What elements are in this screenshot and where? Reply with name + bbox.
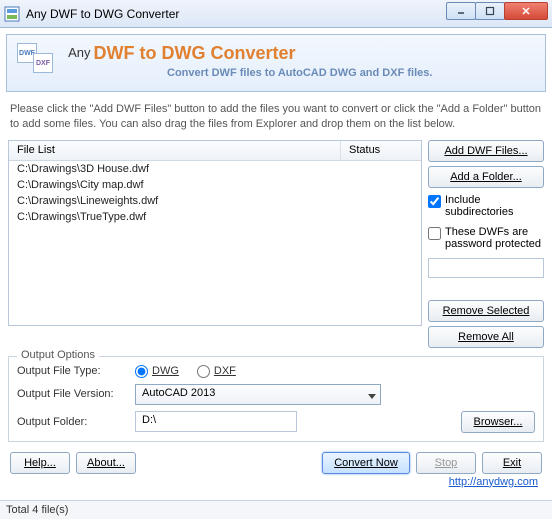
password-protected-input[interactable] bbox=[428, 227, 441, 240]
password-protected-label: These DWFs are password protected bbox=[445, 226, 544, 250]
output-folder-label: Output Folder: bbox=[17, 416, 127, 428]
website-link[interactable]: http://anydwg.com bbox=[6, 474, 546, 490]
file-list-header: File List Status bbox=[9, 141, 421, 161]
output-type-dxf-radio[interactable]: DXF bbox=[197, 365, 236, 378]
remove-selected-button[interactable]: Remove Selected bbox=[428, 300, 544, 322]
brand-title: DWF to DWG Converter bbox=[94, 43, 296, 63]
dxf-filetype-icon: DXF bbox=[33, 53, 53, 73]
exit-button[interactable]: Exit bbox=[482, 452, 542, 474]
col-file[interactable]: File List bbox=[9, 141, 341, 160]
help-button[interactable]: Help... bbox=[10, 452, 70, 474]
include-subdirs-label: Include subdirectories bbox=[445, 194, 544, 218]
about-button[interactable]: About... bbox=[76, 452, 136, 474]
maximize-button[interactable] bbox=[475, 2, 505, 20]
password-input[interactable] bbox=[428, 258, 544, 278]
output-version-select[interactable]: AutoCAD 2013 bbox=[135, 384, 381, 405]
output-type-dwg-radio[interactable]: DWG bbox=[135, 365, 179, 378]
list-item[interactable]: C:\Drawings\TrueType.dwf bbox=[9, 209, 421, 225]
instructions-text: Please click the "Add DWF Files" button … bbox=[6, 92, 546, 140]
list-item[interactable]: C:\Drawings\City map.dwf bbox=[9, 177, 421, 193]
browse-button[interactable]: Browser... bbox=[461, 411, 535, 433]
convert-now-button[interactable]: Convert Now bbox=[322, 452, 410, 474]
titlebar: Any DWF to DWG Converter bbox=[0, 0, 552, 28]
password-protected-checkbox[interactable]: These DWFs are password protected bbox=[428, 224, 544, 252]
minimize-button[interactable] bbox=[446, 2, 476, 20]
app-icon bbox=[4, 6, 20, 22]
output-options-group: Output Options Output File Type: DWG DXF… bbox=[8, 356, 544, 442]
output-type-label: Output File Type: bbox=[17, 365, 127, 377]
hero-banner: DWF DXF Any DWF to DWG Converter Convert… bbox=[6, 34, 546, 92]
file-list[interactable]: File List Status C:\Drawings\3D House.dw… bbox=[8, 140, 422, 326]
add-dwf-files-button[interactable]: Add DWF Files... bbox=[428, 140, 544, 162]
status-bar: Total 4 file(s) bbox=[0, 500, 552, 519]
output-version-label: Output File Version: bbox=[17, 388, 127, 400]
include-subdirs-checkbox[interactable]: Include subdirectories bbox=[428, 192, 544, 220]
stop-button[interactable]: Stop bbox=[416, 452, 476, 474]
output-folder-input[interactable]: D:\ bbox=[135, 411, 297, 432]
brand-prefix: Any bbox=[68, 45, 90, 60]
remove-all-button[interactable]: Remove All bbox=[428, 326, 544, 348]
chevron-down-icon bbox=[368, 391, 376, 403]
col-status[interactable]: Status bbox=[341, 141, 421, 160]
list-item[interactable]: C:\Drawings\3D House.dwf bbox=[9, 161, 421, 177]
include-subdirs-input[interactable] bbox=[428, 195, 441, 208]
output-options-legend: Output Options bbox=[17, 349, 99, 361]
output-version-value: AutoCAD 2013 bbox=[142, 387, 215, 399]
window-title: Any DWF to DWG Converter bbox=[26, 7, 179, 21]
brand-subtitle: Convert DWF files to AutoCAD DWG and DXF… bbox=[167, 67, 432, 79]
list-item[interactable]: C:\Drawings\Lineweights.dwf bbox=[9, 193, 421, 209]
close-button[interactable] bbox=[504, 2, 548, 20]
add-folder-button[interactable]: Add a Folder... bbox=[428, 166, 544, 188]
